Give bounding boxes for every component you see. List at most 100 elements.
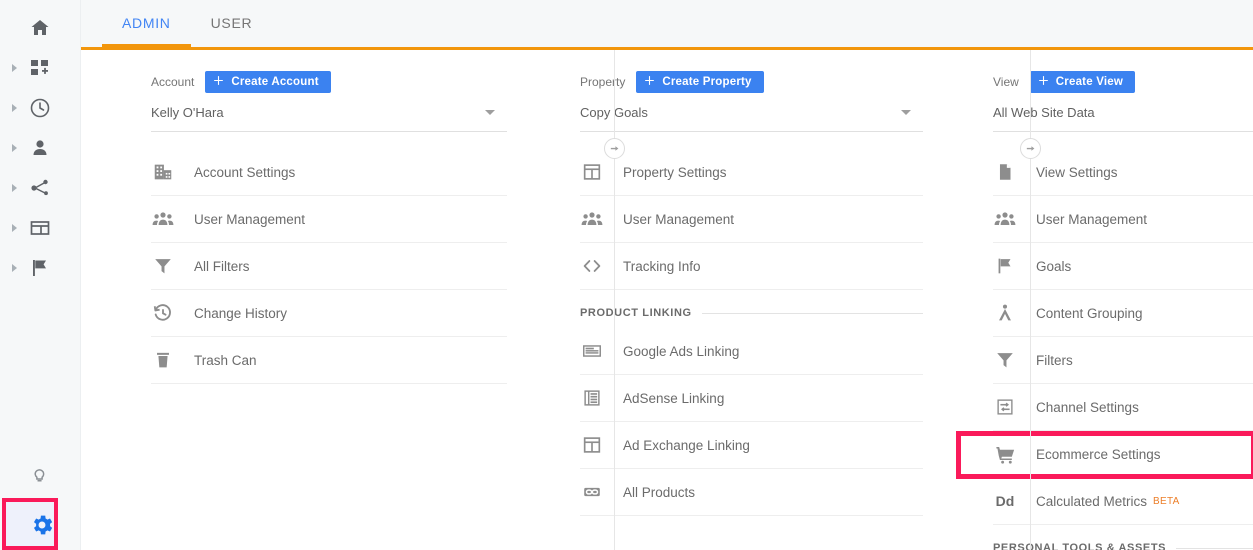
lightbulb-icon	[29, 464, 53, 488]
layout-panel-icon	[580, 433, 604, 457]
view-item-content-grouping[interactable]: Content Grouping	[993, 290, 1253, 337]
expand-caret-icon	[12, 104, 17, 112]
clock-icon	[28, 96, 52, 120]
sidebar-item-admin[interactable]	[0, 498, 81, 550]
beta-badge: BETA	[1153, 496, 1180, 507]
account-column-header: Account Create Account	[151, 71, 507, 93]
expand-caret-icon	[12, 224, 17, 232]
property-item-all-products[interactable]: All Products	[580, 469, 923, 516]
account-selector[interactable]: Kelly O'Hara	[151, 105, 507, 132]
create-account-button[interactable]: Create Account	[205, 71, 330, 93]
window-layout-icon	[28, 216, 52, 240]
code-brackets-icon	[580, 254, 604, 278]
people-group-icon	[993, 207, 1017, 231]
account-menu-list: Account Settings Us	[151, 149, 507, 384]
sidebar-item-discover[interactable]	[0, 454, 81, 498]
property-item-property-settings[interactable]: Property Settings	[580, 149, 923, 196]
account-item-account-settings[interactable]: Account Settings	[151, 149, 507, 196]
view-column: View Create View All Web Site Data	[923, 50, 1253, 550]
sidebar-item-conversions[interactable]	[0, 248, 80, 288]
view-item-user-management[interactable]: User Management	[993, 196, 1253, 243]
create-property-label: Create Property	[662, 76, 751, 88]
property-item-adsense-linking[interactable]: AdSense Linking	[580, 375, 923, 422]
trash-icon	[151, 348, 175, 372]
account-item-label: User Management	[194, 212, 305, 227]
expand-caret-icon	[12, 144, 17, 152]
plus-icon	[212, 74, 225, 90]
account-item-change-history[interactable]: Change History	[151, 290, 507, 337]
property-item-label: AdSense Linking	[623, 391, 724, 406]
product-linking-section-header: PRODUCT LINKING	[580, 298, 923, 328]
analytics-admin-window: ADMIN USER Account Create Account	[0, 0, 1253, 550]
people-group-icon	[580, 207, 604, 231]
view-item-goals[interactable]: Goals	[993, 243, 1253, 290]
funnel-icon	[151, 254, 175, 278]
sidebar-item-behavior[interactable]	[0, 208, 80, 248]
sidebar-item-customization[interactable]	[0, 48, 80, 88]
property-item-google-ads-linking[interactable]: Google Ads Linking	[580, 328, 923, 375]
plus-icon	[643, 74, 656, 90]
account-item-user-management[interactable]: User Management	[151, 196, 507, 243]
person-icon	[28, 136, 52, 160]
tab-admin-label: ADMIN	[122, 15, 171, 31]
view-item-label: Goals	[1036, 259, 1071, 274]
property-item-label: Ad Exchange Linking	[623, 438, 750, 453]
ads-lines-icon	[580, 339, 604, 363]
property-item-user-management[interactable]: User Management	[580, 196, 923, 243]
view-item-label: Ecommerce Settings	[1036, 447, 1161, 462]
flag-icon	[993, 254, 1017, 278]
arrow-right-circle-icon	[1020, 138, 1041, 159]
flag-icon	[28, 256, 52, 280]
sidebar-item-home[interactable]	[0, 8, 80, 48]
account-column: Account Create Account Kelly O'Hara	[81, 50, 507, 550]
sidebar-item-realtime[interactable]	[0, 88, 80, 128]
property-item-label: User Management	[623, 212, 734, 227]
account-label: Account	[151, 75, 194, 89]
create-property-button[interactable]: Create Property	[636, 71, 763, 93]
tab-admin[interactable]: ADMIN	[102, 0, 191, 47]
view-selector[interactable]: All Web Site Data	[993, 105, 1253, 132]
arrow-right-circle-icon	[604, 138, 625, 159]
view-item-ecommerce-settings[interactable]: Ecommerce Settings	[993, 431, 1253, 478]
property-item-ad-exchange-linking[interactable]: Ad Exchange Linking	[580, 422, 923, 469]
property-list-spacer	[580, 516, 923, 550]
layout-panel-icon	[580, 160, 604, 184]
expand-caret-icon	[12, 264, 17, 272]
view-menu-list: View Settings User	[993, 149, 1253, 550]
sidebar-item-audience[interactable]	[0, 128, 80, 168]
tab-user-label: USER	[211, 15, 253, 31]
property-column: Property Create Property Copy Goals	[507, 50, 923, 550]
property-item-label: Tracking Info	[623, 259, 701, 274]
chevron-down-icon	[901, 110, 911, 115]
create-account-label: Create Account	[231, 76, 318, 88]
view-column-header: View Create View	[993, 71, 1253, 93]
product-linking-title: PRODUCT LINKING	[580, 307, 692, 319]
view-item-filters[interactable]: Filters	[993, 337, 1253, 384]
view-item-calculated-metrics[interactable]: Dd Calculated Metrics BETA	[993, 478, 1253, 525]
funnel-icon	[993, 348, 1017, 372]
tab-user[interactable]: USER	[191, 0, 273, 47]
view-item-label: Channel Settings	[1036, 400, 1139, 415]
view-label: View	[993, 75, 1019, 89]
personal-tools-section-header: PERSONAL TOOLS & ASSETS	[993, 533, 1253, 550]
account-item-all-filters[interactable]: All Filters	[151, 243, 507, 290]
account-item-label: Trash Can	[194, 353, 257, 368]
view-selected-value: All Web Site Data	[993, 105, 1095, 120]
plus-icon	[1037, 74, 1050, 90]
section-divider	[702, 313, 923, 314]
property-column-header: Property Create Property	[580, 71, 923, 93]
home-icon	[28, 16, 52, 40]
people-group-icon	[151, 207, 175, 231]
property-label: Property	[580, 75, 625, 89]
property-selector[interactable]: Copy Goals	[580, 105, 923, 132]
link-chain-icon	[580, 480, 604, 504]
property-item-tracking-info[interactable]: Tracking Info	[580, 243, 923, 290]
view-item-channel-settings[interactable]: Channel Settings	[993, 384, 1253, 431]
create-view-button[interactable]: Create View	[1030, 71, 1135, 93]
rail-bottom-group	[0, 454, 81, 550]
view-item-label: View Settings	[1036, 165, 1118, 180]
property-item-label: Google Ads Linking	[623, 344, 739, 359]
account-selected-value: Kelly O'Hara	[151, 105, 224, 120]
account-item-trash-can[interactable]: Trash Can	[151, 337, 507, 384]
sidebar-item-acquisition[interactable]	[0, 168, 80, 208]
